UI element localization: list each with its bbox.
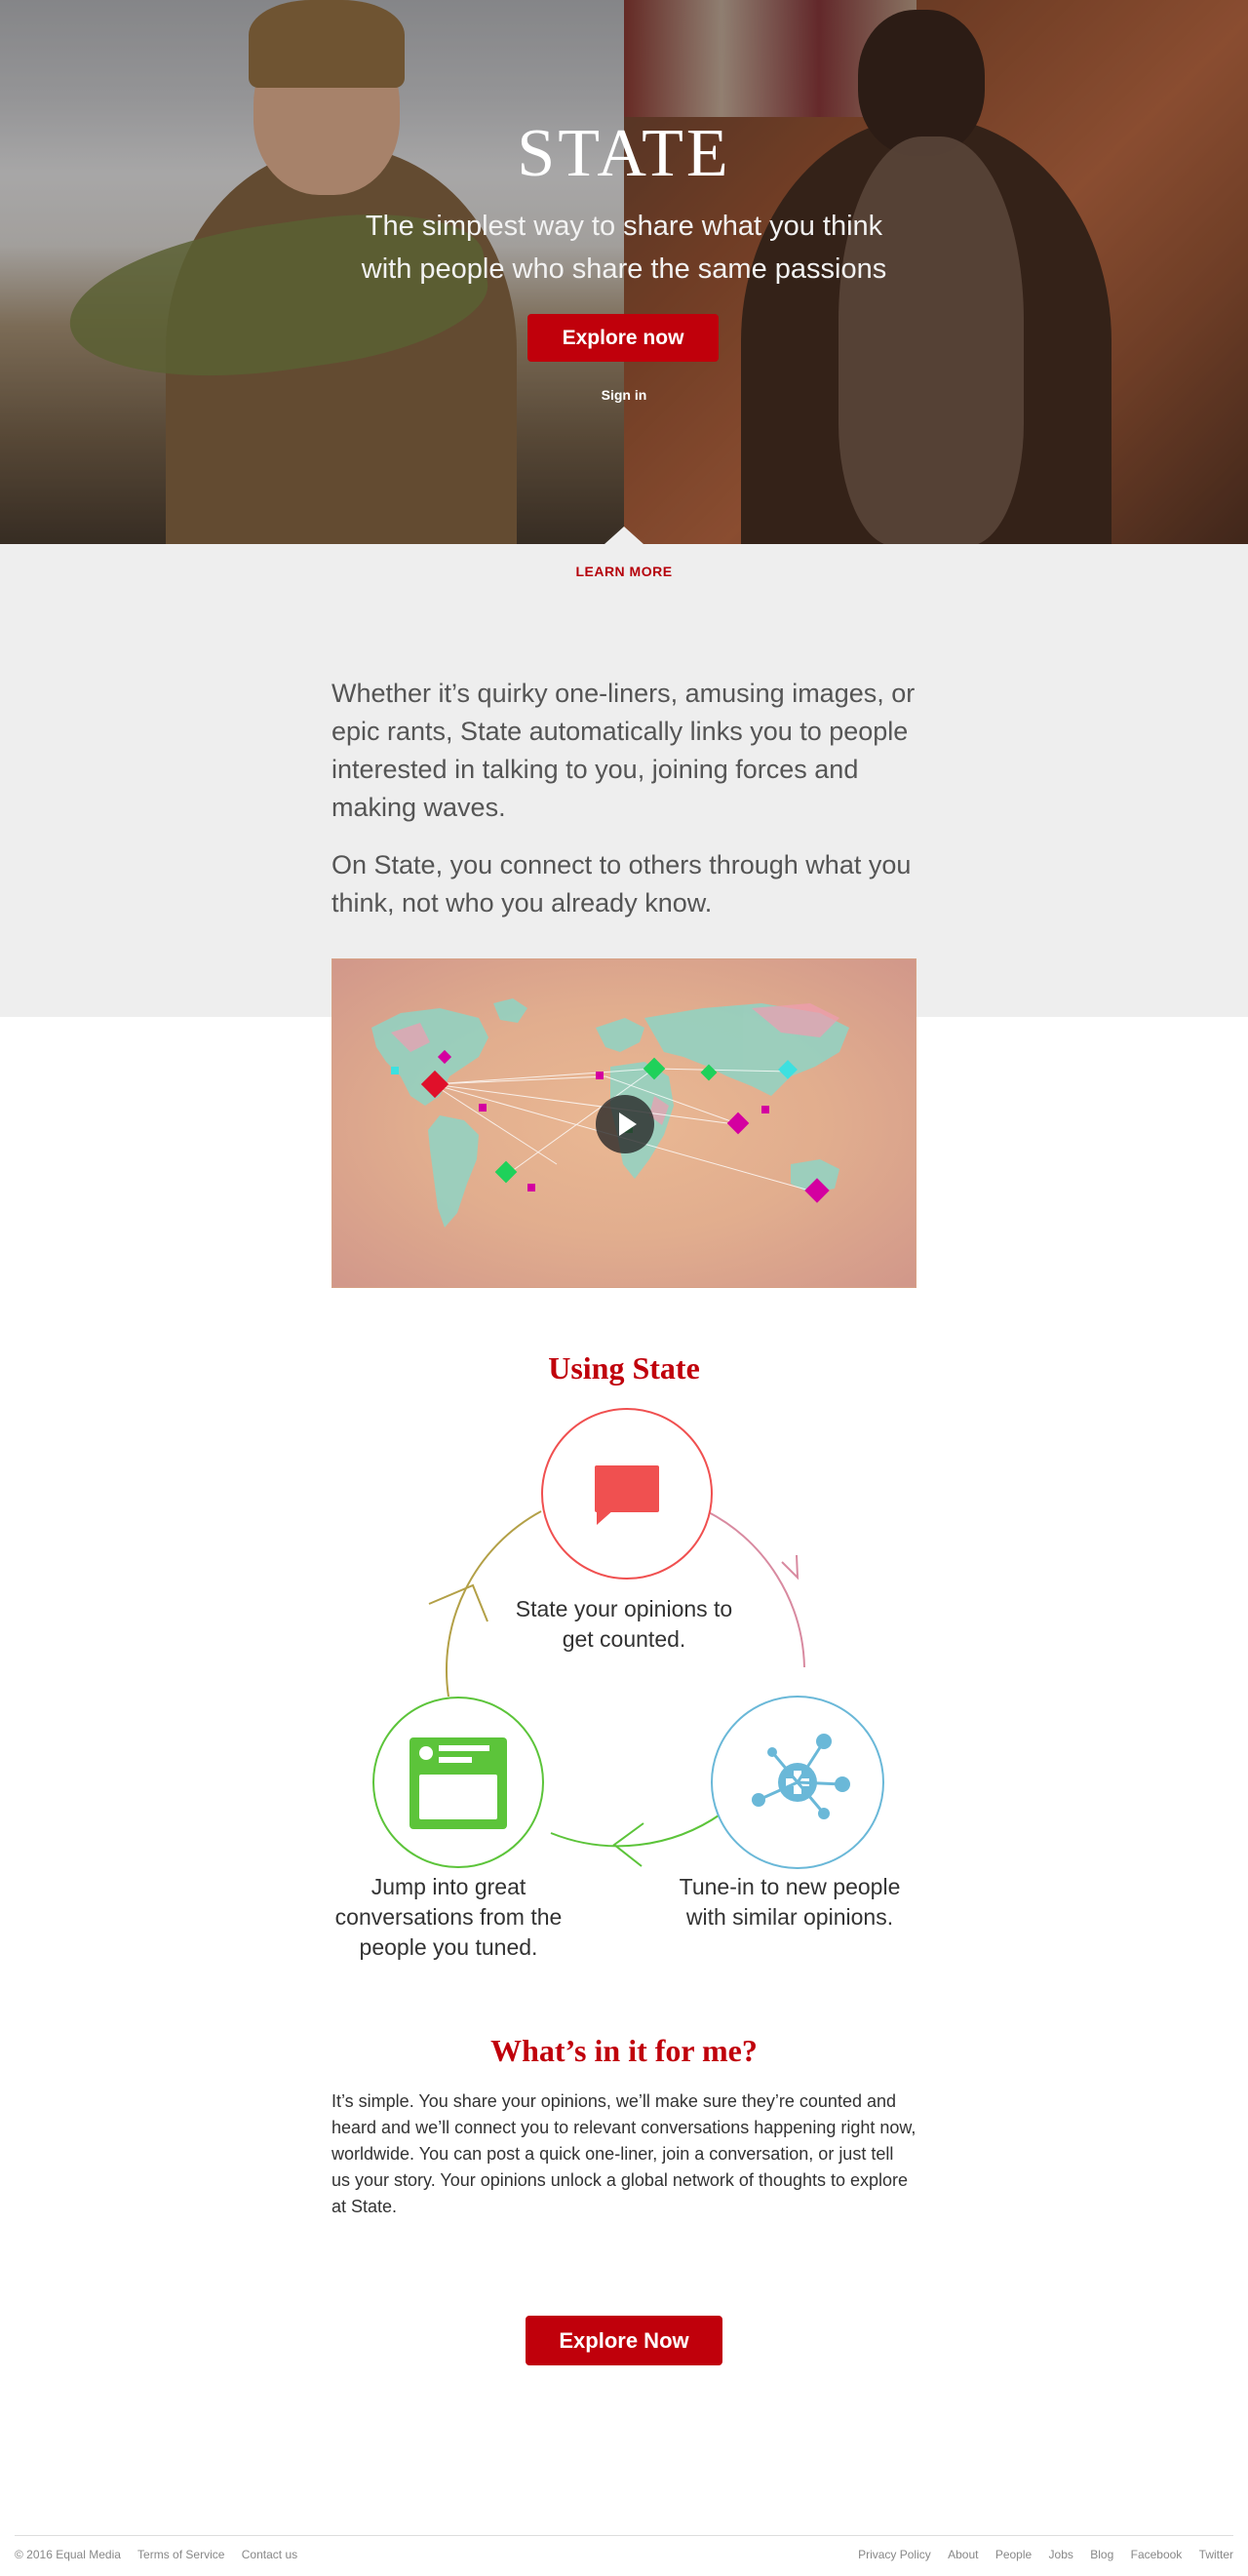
hero-banner: STATE The simplest way to share what you… (0, 0, 1248, 544)
feed-card-icon (372, 1697, 544, 1868)
intro-section: LEARN MORE Whether it’s quirky one-liner… (0, 544, 1248, 1017)
usage-cycle-diagram: State your opinions to get counted. Tune… (332, 1404, 916, 1989)
learn-more-arrow (604, 527, 644, 544)
footer-link-people[interactable]: People (995, 2548, 1032, 2561)
explore-now-button[interactable]: Explore now (527, 314, 719, 362)
intro-paragraph: Whether it’s quirky one-liners, amusing … (332, 679, 916, 822)
sign-in-link[interactable]: Sign in (585, 387, 663, 403)
footer-link-contact[interactable]: Contact us (242, 2548, 297, 2561)
logo: STATE (517, 116, 731, 191)
explore-now-bottom-button[interactable]: Explore Now (526, 2316, 722, 2365)
footer-link-terms[interactable]: Terms of Service (137, 2548, 224, 2561)
footer-link-jobs[interactable]: Jobs (1049, 2548, 1073, 2561)
footer: © 2016 Equal Media Terms of Service Cont… (15, 2535, 1233, 2576)
step-join-conversations: Jump into great conversations from the p… (334, 1874, 563, 1960)
step-tune-in: Tune-in to new people with similar opini… (679, 1874, 901, 1930)
step-state-opinions: State your opinions to get counted. (515, 1596, 733, 1652)
footer-link-about[interactable]: About (948, 2548, 978, 2561)
whats-in-it-text: It’s simple. You share your opinions, we… (332, 2091, 916, 2216)
hero-content: STATE The simplest way to share what you… (0, 0, 1248, 544)
footer-left: © 2016 Equal Media Terms of Service Cont… (15, 2548, 311, 2561)
speech-bubble-icon (541, 1408, 713, 1580)
footer-link-blog[interactable]: Blog (1090, 2548, 1113, 2561)
play-video-button[interactable] (596, 1095, 654, 1153)
whats-in-it-heading: What’s in it for me? (490, 2033, 758, 2068)
network-plus-icon (711, 1696, 884, 1869)
learn-more-link[interactable]: LEARN MORE (526, 564, 722, 579)
footer-link-twitter[interactable]: Twitter (1199, 2548, 1233, 2561)
footer-link-facebook[interactable]: Facebook (1131, 2548, 1183, 2561)
footer-link-privacy[interactable]: Privacy Policy (858, 2548, 931, 2561)
footer-right: Privacy Policy About People Jobs Blog Fa… (844, 2548, 1233, 2561)
using-state-heading: Using State (548, 1350, 700, 1386)
copyright: © 2016 Equal Media (15, 2548, 121, 2561)
hero-tagline: The simplest way to share what you think… (361, 211, 887, 285)
intro-video[interactable] (332, 958, 916, 1288)
intro-paragraph: On State, you connect to others through … (332, 850, 912, 917)
